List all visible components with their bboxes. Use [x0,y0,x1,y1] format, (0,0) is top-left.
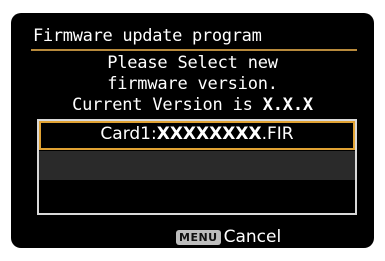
instruction-line-2: firmware version. [107,74,278,94]
current-version-value: X.X.X [262,95,313,115]
file-entry: Card1:XXXXXXXX.FIR [41,124,353,144]
file-card-label: Card1: [100,124,157,144]
file-list-item-empty[interactable] [39,151,355,180]
menu-key-icon: MENU [176,229,221,245]
cancel-button[interactable]: MENU Cancel [176,227,281,247]
current-version-line: Current Version is X.X.X [11,95,374,115]
title-bar: Firmware update program [31,25,357,51]
current-version-label: Current Version is [72,95,263,115]
file-list-item-empty[interactable] [39,183,355,212]
firmware-file-list: Card1:XXXXXXXX.FIR [37,119,357,215]
file-extension: .FIR [261,124,294,144]
file-list-item-selected[interactable]: Card1:XXXXXXXX.FIR [39,121,355,150]
firmware-update-screen: Firmware update program Please Select ne… [11,13,374,248]
page-title: Firmware update program [33,26,262,46]
instruction-line-1: Please Select new [107,53,278,73]
cancel-label: Cancel [223,227,282,247]
file-name: XXXXXXXX [156,124,262,144]
